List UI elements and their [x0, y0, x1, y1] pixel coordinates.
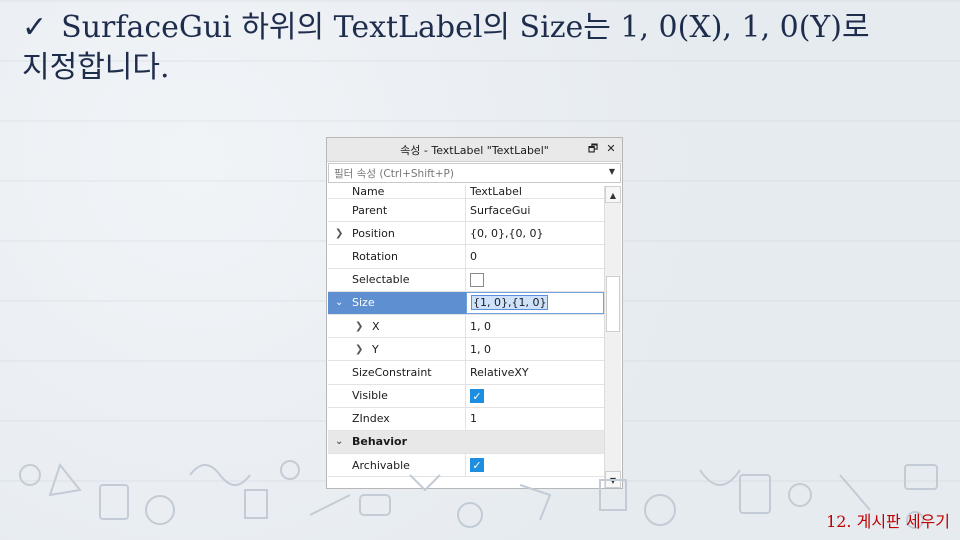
property-row-selectable[interactable]: Selectable: [328, 268, 604, 292]
property-name: ZIndex: [352, 412, 390, 426]
selectable-checkbox[interactable]: [470, 272, 484, 287]
property-value: {0, 0},{0, 0}: [470, 226, 544, 240]
properties-window: 속성 - TextLabel "TextLabel" 🗗 ✕ 필터 속성 (Ct…: [326, 137, 623, 489]
property-name: Size: [352, 296, 375, 310]
filter-placeholder: 필터 속성 (Ctrl+Shift+P): [334, 167, 454, 180]
chevron-right-icon[interactable]: ❯: [335, 228, 343, 239]
property-name: Selectable: [352, 273, 410, 287]
property-name: Y: [372, 342, 379, 356]
chevron-right-icon[interactable]: ❯: [355, 321, 363, 332]
category-label: Behavior: [352, 435, 408, 449]
property-name: Rotation: [352, 249, 399, 263]
property-value: 0: [470, 249, 477, 263]
property-name: X: [372, 319, 380, 333]
property-grid: Name TextLabel Parent SurfaceGui ❯ Positi…: [328, 185, 604, 487]
property-name: Visible: [352, 389, 388, 403]
vertical-scrollbar[interactable]: ▲ ▼: [604, 186, 621, 488]
property-value: 1: [470, 412, 477, 426]
property-name: Name: [352, 185, 385, 198]
chevron-down-icon[interactable]: ⌄: [335, 297, 343, 308]
property-row-visible[interactable]: Visible ✓: [328, 384, 604, 408]
property-name: Position: [352, 226, 395, 240]
scrollbar-thumb[interactable]: [606, 276, 620, 332]
scroll-up-icon[interactable]: ▲: [605, 186, 621, 203]
chevron-down-icon[interactable]: ▼: [609, 167, 615, 176]
visible-checkbox[interactable]: ✓: [470, 388, 484, 403]
chevron-down-icon[interactable]: ⌄: [335, 436, 343, 447]
slide-title: ✓ SurfaceGui 하위의 TextLabel의 Size는 1, 0(X)…: [22, 8, 942, 88]
property-value: TextLabel: [470, 185, 522, 198]
property-row-parent[interactable]: Parent SurfaceGui: [328, 199, 604, 223]
property-value: 1, 0: [470, 319, 491, 333]
property-row-size-y[interactable]: ❯ Y 1, 0: [328, 338, 604, 362]
property-row-size[interactable]: ⌄ Size {1, 0},{1, 0}: [328, 291, 604, 315]
property-value: 1, 0: [470, 342, 491, 356]
property-value: SurfaceGui: [470, 203, 531, 217]
checkmark-icon: ✓: [22, 10, 48, 45]
filter-properties-input[interactable]: 필터 속성 (Ctrl+Shift+P) ▼: [328, 163, 621, 183]
property-name: Parent: [352, 203, 388, 217]
property-row-position[interactable]: ❯ Position {0, 0},{0, 0}: [328, 222, 604, 246]
title-line-2: 지정합니다.: [22, 50, 170, 85]
property-name: SizeConstraint: [352, 365, 432, 379]
properties-titlebar[interactable]: 속성 - TextLabel "TextLabel" 🗗 ✕: [327, 138, 622, 162]
property-row-size-x[interactable]: ❯ X 1, 0: [328, 314, 604, 339]
property-row-zindex[interactable]: ZIndex 1: [328, 407, 604, 431]
close-icon[interactable]: ✕: [604, 142, 618, 156]
restore-window-icon[interactable]: 🗗: [586, 142, 600, 156]
property-row-name[interactable]: Name TextLabel: [328, 185, 604, 199]
category-behavior[interactable]: ⌄ Behavior: [328, 430, 604, 455]
property-row-sizeconstraint[interactable]: SizeConstraint RelativeXY: [328, 361, 604, 385]
property-value: RelativeXY: [470, 365, 529, 379]
title-line-1: SurfaceGui 하위의 TextLabel의 Size는 1, 0(X),…: [61, 10, 870, 45]
property-row-rotation[interactable]: Rotation 0: [328, 245, 604, 269]
chevron-right-icon[interactable]: ❯: [355, 344, 363, 355]
slide-footer: 12. 게시판 세우기: [826, 512, 950, 531]
properties-window-title: 속성 - TextLabel "TextLabel": [400, 143, 549, 157]
size-value-input[interactable]: {1, 0},{1, 0}: [471, 295, 549, 311]
decorative-doodles: [19, 460, 938, 529]
